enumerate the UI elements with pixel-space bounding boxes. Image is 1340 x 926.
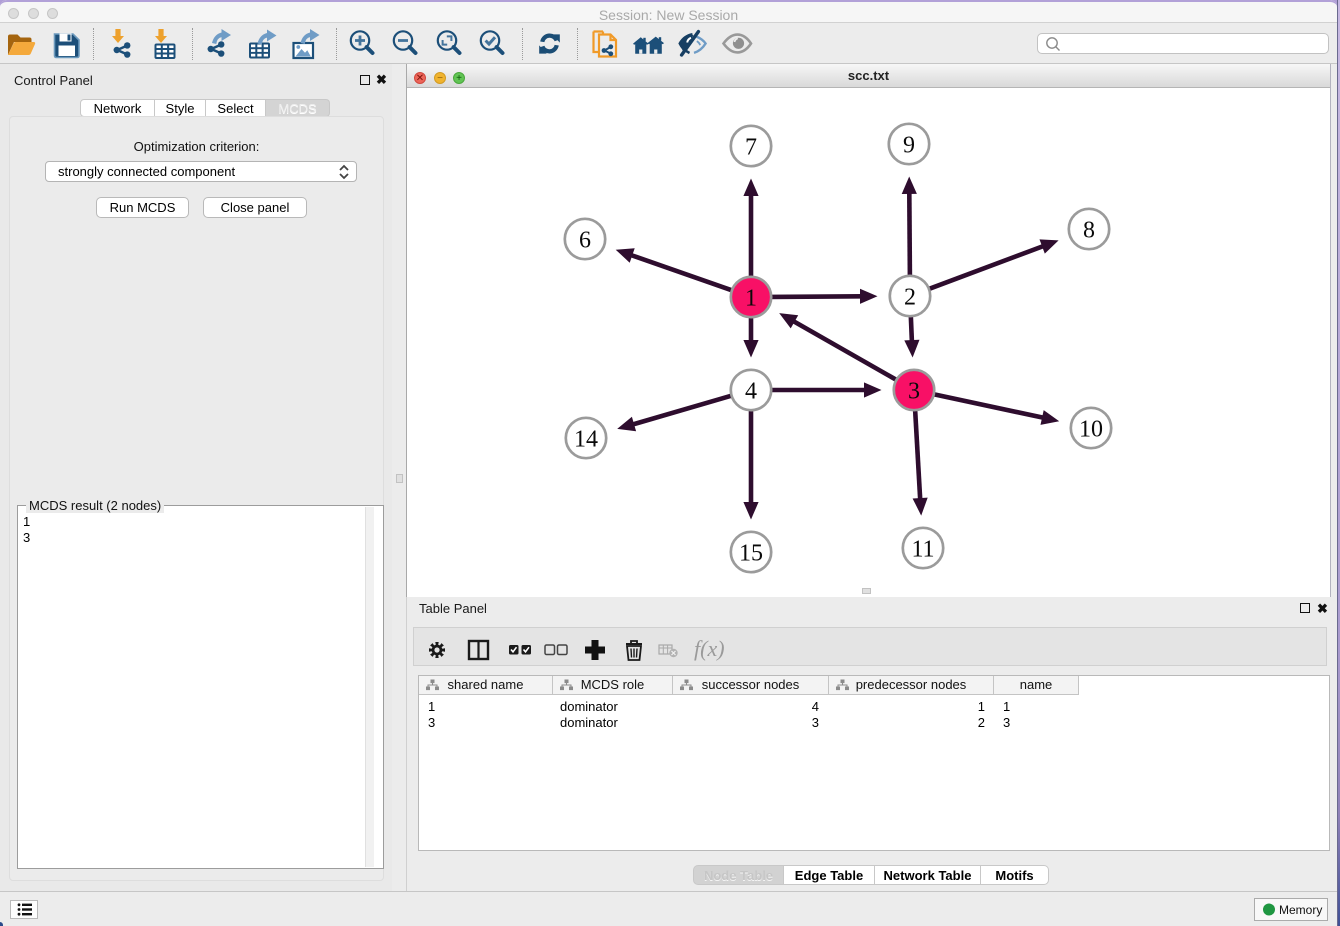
svg-text:7: 7 — [745, 135, 757, 161]
svg-text:8: 8 — [1083, 218, 1095, 244]
svg-text:1: 1 — [745, 286, 757, 312]
svg-text:f(x): f(x) — [694, 636, 725, 661]
svg-text:9: 9 — [903, 133, 915, 159]
svg-text:15: 15 — [739, 541, 763, 567]
svg-text:14: 14 — [574, 427, 598, 453]
svg-text:Memory: Memory — [1279, 903, 1322, 917]
svg-text:4: 4 — [745, 379, 757, 405]
svg-text:2: 2 — [904, 285, 916, 311]
svg-text:6: 6 — [579, 228, 591, 254]
svg-text:11: 11 — [911, 537, 934, 563]
svg-text:10: 10 — [1079, 417, 1103, 443]
svg-text:3: 3 — [908, 379, 920, 405]
